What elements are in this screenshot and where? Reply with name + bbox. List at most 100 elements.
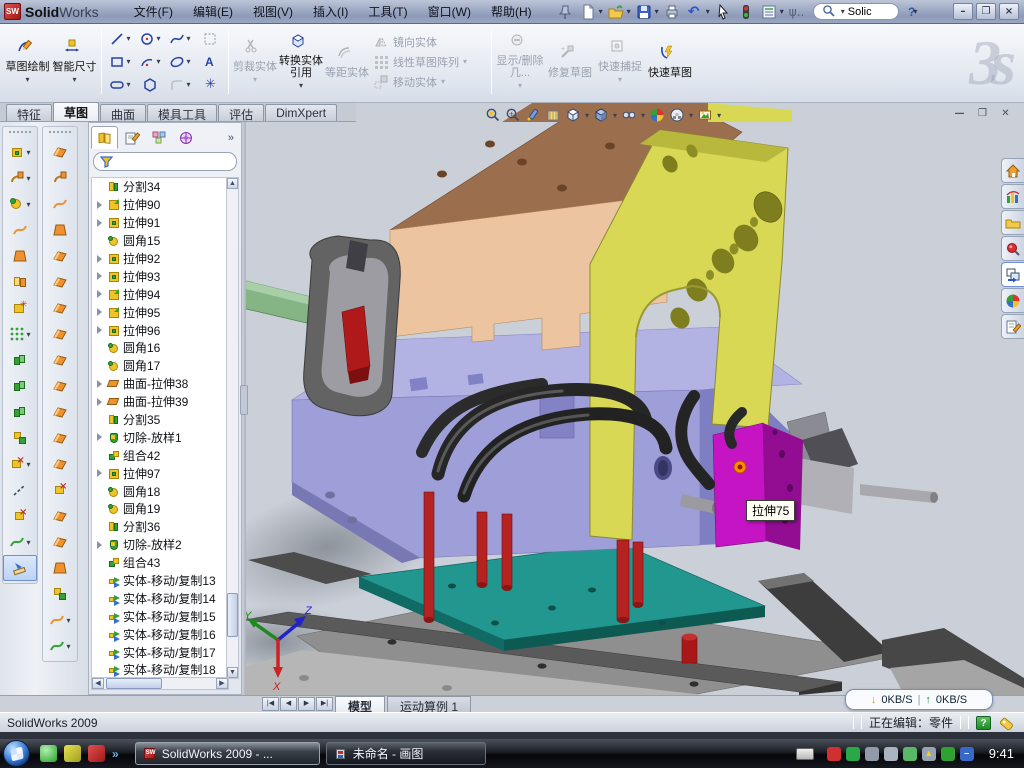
untrim-surface-button[interactable] (43, 451, 77, 477)
menu-帮助(H)[interactable]: 帮助(H) (482, 0, 541, 23)
tab-模具工具[interactable]: 模具工具 (147, 104, 217, 121)
tree-item[interactable]: 切除-放样2 (94, 536, 228, 554)
ribbon-arc-button[interactable]: ▾ (135, 53, 165, 71)
help-button[interactable]: ?▾ (903, 2, 923, 21)
keyboard-layout-icon[interactable] (796, 748, 814, 760)
tree-item[interactable]: 分割36 (94, 518, 228, 536)
tree-item[interactable]: 圆角16 (94, 339, 228, 357)
tray-security-red-icon[interactable] (827, 747, 841, 761)
mirror-feature-button[interactable] (3, 399, 37, 425)
prev-tab-button[interactable]: ◀ (280, 697, 297, 711)
taskpane-view-palette-button[interactable] (1001, 262, 1024, 287)
fm-tab-configurationmanager[interactable] (145, 126, 172, 149)
menu-工具(T)[interactable]: 工具(T) (359, 0, 416, 23)
boundary-boss-button[interactable] (3, 269, 37, 295)
start-button[interactable] (3, 740, 30, 767)
instant3d-button[interactable] (3, 555, 37, 581)
tree-item[interactable]: 圆角17 (94, 357, 228, 375)
tree-filter-box[interactable] (93, 152, 237, 171)
zoom-selection-button[interactable] (524, 106, 542, 124)
tree-item[interactable]: 实体-移动/复制16 (94, 625, 228, 643)
new-file-button[interactable] (578, 2, 598, 21)
quick-tips-icon[interactable]: ? (976, 716, 991, 730)
freeform-button[interactable]: ▾ (43, 607, 77, 633)
tree-item[interactable]: 分割35 (94, 411, 228, 429)
delete-face-button[interactable]: × (43, 477, 77, 503)
ribbon-显示/删除几...-button[interactable]: 显示/删除几...▾ (495, 27, 545, 96)
last-tab-button[interactable]: ▶| (316, 697, 333, 711)
tree-vertical-scrollbar[interactable]: ▲ ▼ (226, 177, 239, 679)
first-tab-button[interactable]: |◀ (262, 697, 279, 711)
tree-item[interactable]: 实体-移动/复制14 (94, 589, 228, 607)
scroll-up-arrow[interactable]: ▲ (227, 178, 238, 189)
graphics-viewport[interactable]: Y Z X (242, 122, 1024, 695)
ribbon-sketch-text-button[interactable]: A (195, 53, 225, 71)
tree-item[interactable]: 拉伸95 (94, 303, 228, 321)
fm-tab-dimxpertmanager[interactable] (172, 126, 199, 149)
tree-item[interactable]: 拉伸93 (94, 267, 228, 285)
expand-arrow-icon[interactable] (96, 469, 104, 477)
tab-DimXpert[interactable]: DimXpert (265, 104, 337, 121)
messenger-icon[interactable] (40, 745, 57, 762)
save-button[interactable] (634, 2, 654, 21)
ribbon-slot-button[interactable]: ▾ (105, 76, 135, 94)
ribbon-sketch-fillet-button[interactable]: ▾ (165, 76, 195, 94)
tray-usb-green-icon[interactable] (903, 747, 917, 761)
tray-volume-icon[interactable] (884, 747, 898, 761)
quicklaunch-overflow[interactable]: » (112, 747, 119, 761)
tab-曲面[interactable]: 曲面 (100, 104, 146, 121)
tree-item[interactable]: 实体-移动/复制17 (94, 643, 228, 661)
ribbon-镜向实体-button[interactable]: 镜向实体 (370, 33, 488, 51)
ribbon-point-button[interactable]: ✳ (195, 76, 225, 94)
scroll-thumb[interactable] (106, 678, 162, 689)
expand-arrow-icon[interactable] (96, 255, 104, 263)
menu-视图(V)[interactable]: 视图(V) (244, 0, 302, 23)
options-list-button[interactable] (759, 2, 779, 21)
scroll-thumb[interactable] (227, 593, 238, 637)
taskpane-search-pane-button[interactable] (1001, 236, 1024, 261)
print-button[interactable] (662, 2, 682, 21)
view-settings-button[interactable] (696, 106, 714, 124)
swept-boss-button[interactable] (3, 217, 37, 243)
tree-item[interactable]: 圆角15 (94, 232, 228, 250)
ruled-surface-button[interactable] (43, 347, 77, 373)
solidworks-ql-icon[interactable] (88, 745, 105, 762)
search-box[interactable]: ▾ (813, 3, 899, 20)
tab-特征[interactable]: 特征 (6, 104, 52, 121)
view-orientation-button[interactable] (564, 106, 582, 124)
ribbon-selection-box-button[interactable] (195, 30, 225, 48)
undo-button[interactable]: ↶ (685, 2, 705, 21)
tray-network-warning-icon[interactable]: ▲ (922, 747, 936, 761)
ribbon-ellipse-button[interactable]: ▾ (165, 53, 195, 71)
ribbon-移动实体-button[interactable]: 移动实体▾ (370, 73, 488, 91)
expand-arrow-icon[interactable] (96, 290, 104, 298)
taskpane-appearances-button[interactable] (1001, 288, 1024, 313)
panel-splitter-handle[interactable] (240, 385, 248, 415)
fillet-button[interactable]: ▾ (3, 191, 37, 217)
pin-button[interactable] (555, 2, 575, 21)
helix-button[interactable]: ▾ (3, 529, 37, 555)
expand-arrow-icon[interactable] (96, 201, 104, 209)
ribbon-polygon-button[interactable] (135, 76, 165, 94)
curve-button[interactable]: × (3, 503, 37, 529)
tree-item[interactable]: 实体-移动/复制13 (94, 572, 228, 590)
radiate-surface-button[interactable] (43, 373, 77, 399)
tray-update-gray-icon[interactable] (865, 747, 879, 761)
apply-scene-button[interactable] (668, 106, 686, 124)
linear-pattern-button[interactable]: ▾ (3, 321, 37, 347)
ribbon-line-button[interactable]: ▾ (105, 30, 135, 48)
ribbon-草图绘制-button[interactable]: 草图绘制▾ (4, 27, 51, 96)
tree-item[interactable]: 拉伸91 (94, 214, 228, 232)
zoom-fit-button[interactable] (484, 106, 502, 124)
ribbon-rectangle-button[interactable]: ▾ (105, 53, 135, 71)
thicken-button[interactable] (43, 555, 77, 581)
menu-窗口(W)[interactable]: 窗口(W) (419, 0, 480, 23)
doc-tab-运动算例 1[interactable]: 运动算例 1 (387, 696, 471, 712)
tree-item[interactable]: 圆角18 (94, 482, 228, 500)
swept-surface-button[interactable] (43, 191, 77, 217)
tree-item[interactable]: 拉伸96 (94, 321, 228, 339)
expand-arrow-icon[interactable] (96, 380, 104, 388)
extend-surface-button[interactable] (43, 425, 77, 451)
input-indicator-button[interactable]: ψ.. (787, 2, 807, 21)
fm-overflow-button[interactable]: » (223, 132, 239, 144)
